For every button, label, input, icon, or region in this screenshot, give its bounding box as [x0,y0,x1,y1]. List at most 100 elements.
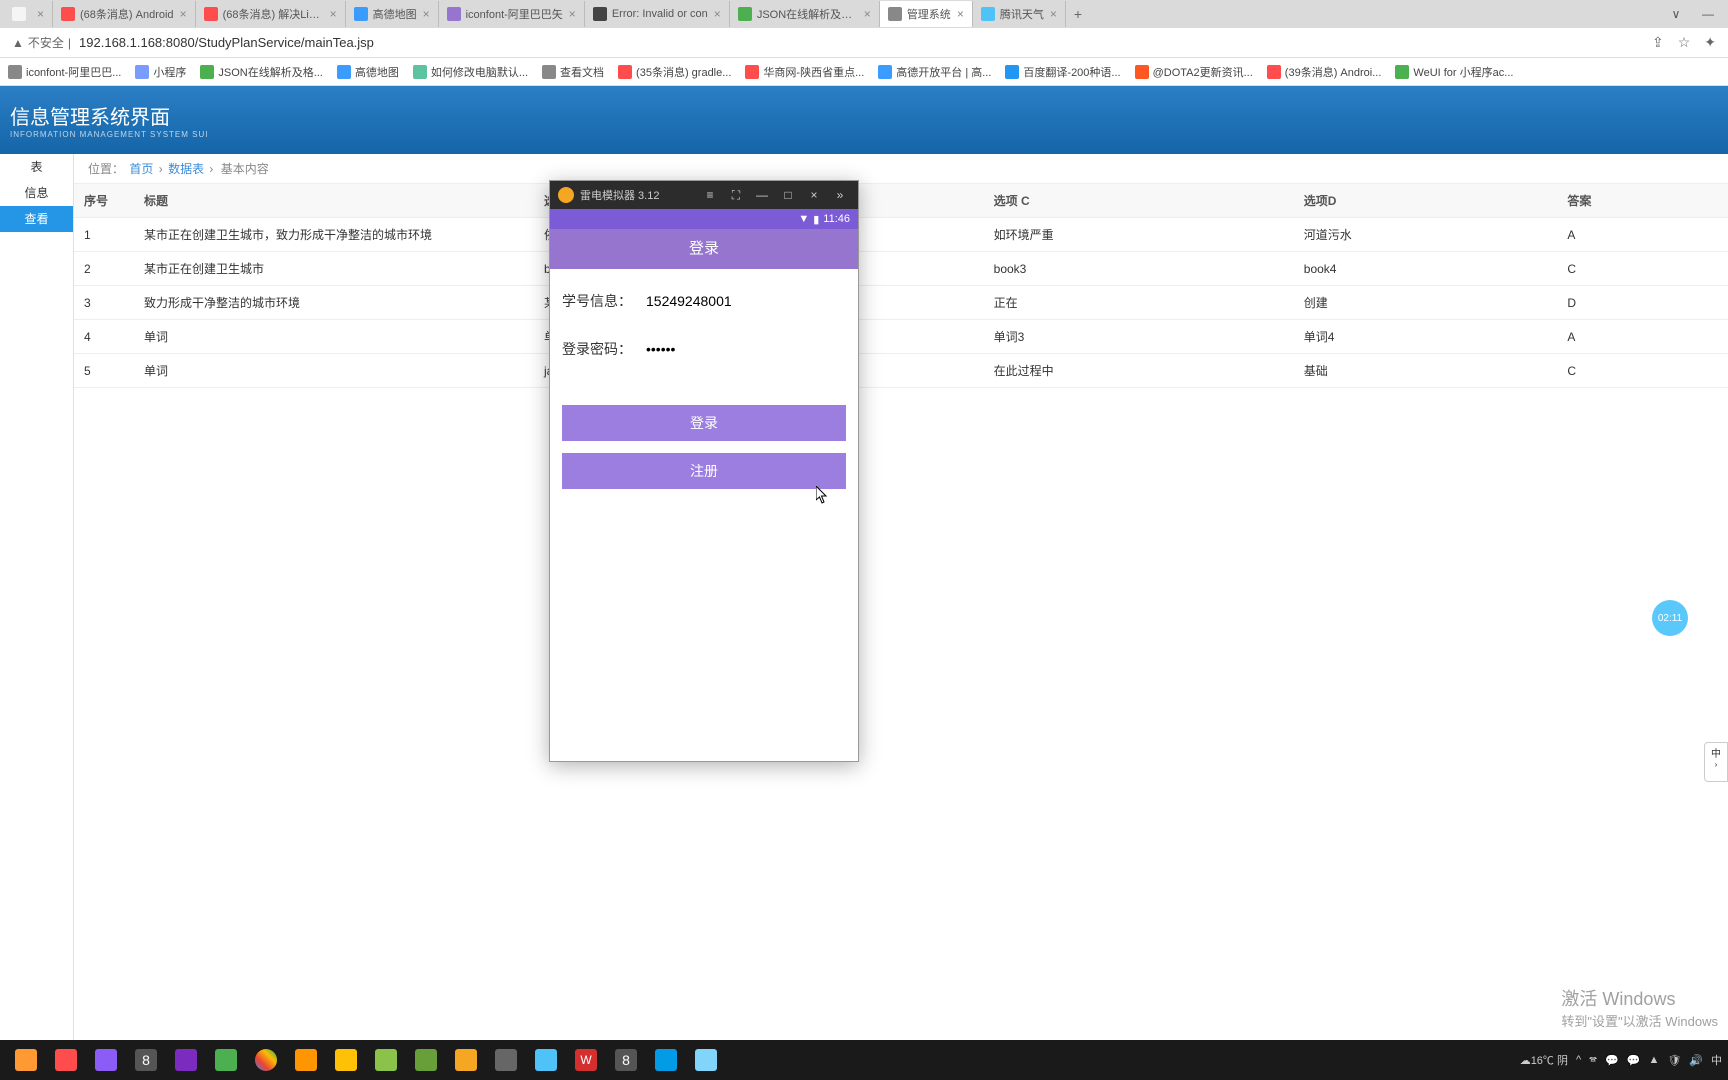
expand-icon[interactable]: » [830,188,850,202]
bookmark-item[interactable]: 小程序 [135,64,186,80]
close-icon[interactable]: × [330,7,337,21]
table-cell: 创建 [1294,286,1558,320]
window-menu-icon[interactable]: ∨ [1660,7,1692,21]
tray-chevron-icon[interactable]: ^ [1576,1054,1581,1066]
close-icon[interactable]: × [957,7,964,21]
sidebar-item-info[interactable]: 信息 [0,180,73,206]
table-row[interactable]: 5单词java基础在此过程中基础C [74,354,1728,388]
volume-icon[interactable]: 🔊 [1689,1054,1703,1067]
tab-3[interactable]: 高德地图× [346,1,439,27]
close-icon[interactable]: × [864,7,871,21]
tab-1[interactable]: (68条消息) Android× [53,1,196,27]
table-cell: book3 [984,252,1294,286]
tab-2[interactable]: (68条消息) 解决ListV× [196,1,346,27]
ime-indicator[interactable]: 中 › [1704,742,1728,782]
breadcrumb-current: 基本内容 [221,162,269,176]
taskbar-app[interactable] [8,1044,44,1076]
bookmark-item[interactable]: 如何修改电脑默认... [413,64,528,80]
menu-icon[interactable]: ≡ [700,188,720,202]
tab-8[interactable]: 腾讯天气× [973,1,1066,27]
bookmark-item[interactable]: WeUI for 小程序ac... [1395,64,1513,80]
tab-4[interactable]: iconfont-阿里巴巴矢× [439,1,585,27]
emulator-logo-icon [558,187,574,203]
android-status-bar: ▼ ▮ 11:46 [550,209,858,229]
warning-icon: ▲ [12,36,24,50]
taskbar-app[interactable] [168,1044,204,1076]
taskbar-app[interactable]: 8 [128,1044,164,1076]
taskbar-app[interactable] [408,1044,444,1076]
tab-7[interactable]: 管理系统× [880,1,973,27]
star-icon[interactable]: ☆ [1678,34,1691,51]
tray-icon[interactable]: 🛡 [1667,1054,1681,1067]
taskbar-app[interactable] [648,1044,684,1076]
url-input[interactable]: 192.168.1.168:8080/StudyPlanService/main… [79,35,1652,50]
sidebar-item-table[interactable]: 表 [0,154,73,180]
table-row[interactable]: 2某市正在创建卫生城市book2book3book4C [74,252,1728,286]
table-cell: 致力形成干净整洁的城市环境 [134,286,534,320]
taskbar-app[interactable] [448,1044,484,1076]
close-icon[interactable]: × [37,7,44,21]
tray-icon[interactable]: 💬 [1605,1054,1619,1067]
fullscreen-icon[interactable]: ⛶ [726,188,746,203]
bookmark-item[interactable]: (39条消息) Androi... [1267,64,1382,80]
bookmark-item[interactable]: 华商网-陕西省重点... [745,64,864,80]
emulator-titlebar[interactable]: 雷电模拟器 3.12 ≡ ⛶ — □ × » [550,181,858,209]
breadcrumb-link[interactable]: 首页 [129,162,153,176]
breadcrumb-link[interactable]: 数据表 [168,162,204,176]
close-icon[interactable]: × [569,7,576,21]
taskbar: 8 W 8 ☁ 16℃ 阴 ^ 🕿 💬 💬 ▲ 🛡 🔊 中 [0,1040,1728,1080]
share-icon[interactable]: ⇪ [1652,34,1664,51]
close-icon[interactable]: × [423,7,430,21]
minimize-icon[interactable]: — [1692,7,1724,21]
login-button[interactable]: 登录 [562,405,846,441]
timer-badge[interactable]: 02:11 [1652,600,1688,636]
close-icon[interactable]: × [714,7,721,21]
student-id-label: 学号信息： [562,291,642,311]
minimize-icon[interactable]: — [752,188,772,202]
student-id-input[interactable] [642,289,846,313]
tab-5[interactable]: Error: Invalid or con× [585,1,730,27]
tray-icon[interactable]: 💬 [1627,1054,1641,1067]
close-icon[interactable]: × [1050,7,1057,21]
taskbar-app[interactable]: W [568,1044,604,1076]
bookmark-item[interactable]: JSON在线解析及格... [200,64,323,80]
bookmark-item[interactable]: 高德开放平台 | 高... [878,64,991,80]
table-row[interactable]: 3致力形成干净整洁的城市环境某市正在创建D [74,286,1728,320]
bookmark-item[interactable]: 百度翻译-200种语... [1005,64,1120,80]
taskbar-app[interactable] [528,1044,564,1076]
tab-6[interactable]: JSON在线解析及格式× [730,1,880,27]
taskbar-app[interactable] [488,1044,524,1076]
taskbar-app[interactable] [288,1044,324,1076]
table-row[interactable]: 1某市正在创建卫生城市，致力形成干净整洁的城市环境依然存在一些问题如环境严重河道… [74,218,1728,252]
taskbar-app[interactable]: 8 [608,1044,644,1076]
tray-icon[interactable]: 🕿 [1589,1054,1597,1067]
sidebar: 表 信息 查看 [0,154,74,1040]
sidebar-item-view[interactable]: 查看 [0,206,73,232]
table-row[interactable]: 4单词单词2单词3单词4A [74,320,1728,354]
close-icon[interactable]: × [804,188,824,202]
weather-widget[interactable]: ☁ 16℃ 阴 [1520,1052,1568,1068]
bookmark-item[interactable]: 高德地图 [337,64,399,80]
close-icon[interactable]: × [180,7,187,21]
security-indicator[interactable]: ▲ 不安全 | [12,34,71,51]
extensions-icon[interactable]: ✦ [1704,34,1716,51]
bookmark-item[interactable]: @DOTA2更新资讯... [1135,64,1253,80]
ime-tray[interactable]: 中 [1711,1052,1722,1068]
bookmark-item[interactable]: 查看文档 [542,64,604,80]
taskbar-app[interactable] [368,1044,404,1076]
table-cell: A [1557,320,1728,354]
bookmark-item[interactable]: iconfont-阿里巴巴... [8,64,121,80]
tab-0[interactable]: × [4,1,53,27]
register-button[interactable]: 注册 [562,453,846,489]
bookmark-item[interactable]: (35条消息) gradle... [618,64,731,80]
taskbar-app[interactable] [48,1044,84,1076]
password-input[interactable] [642,337,846,361]
taskbar-app[interactable] [248,1044,284,1076]
taskbar-app[interactable] [328,1044,364,1076]
new-tab-button[interactable]: + [1066,6,1090,22]
taskbar-app[interactable] [208,1044,244,1076]
taskbar-app[interactable] [88,1044,124,1076]
tray-icon[interactable]: ▲ [1648,1054,1659,1066]
maximize-icon[interactable]: □ [778,188,798,202]
taskbar-app[interactable] [688,1044,724,1076]
